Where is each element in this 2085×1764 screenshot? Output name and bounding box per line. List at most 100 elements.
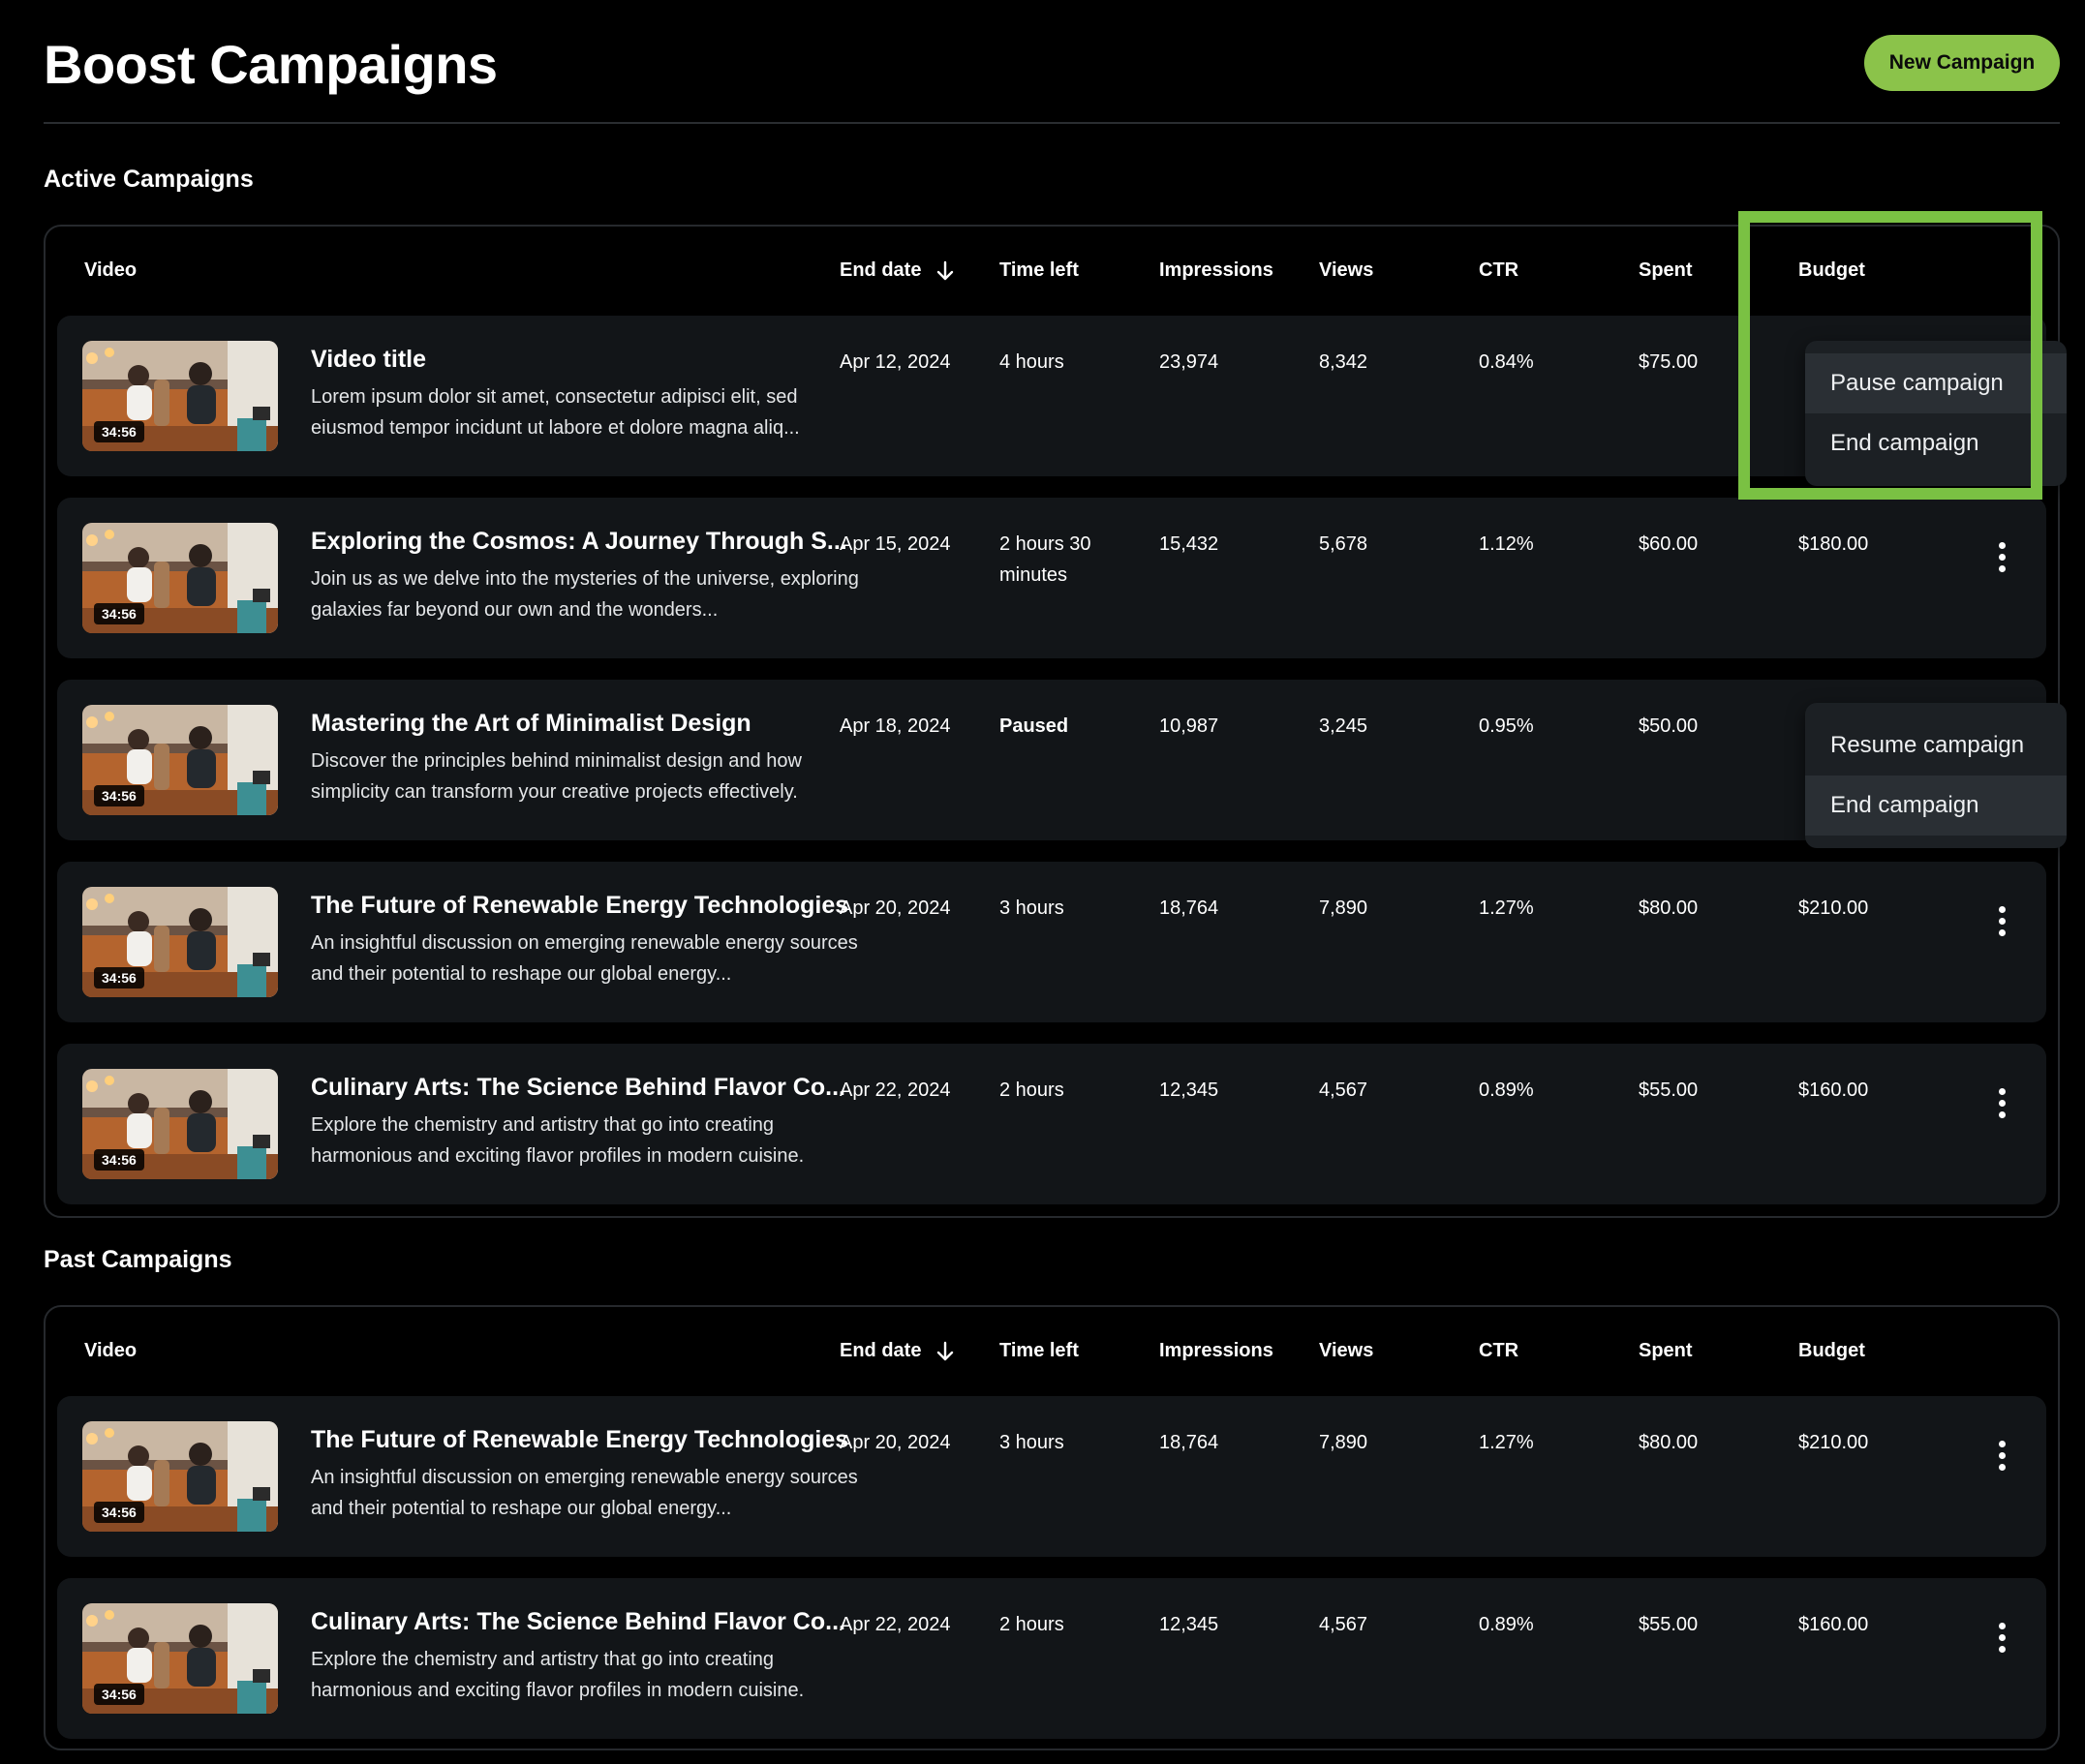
col-end-date-label: End date — [840, 259, 922, 281]
spent: $50.00 — [1639, 715, 1699, 737]
time-left: 4 hours — [999, 351, 1064, 373]
impressions: 18,764 — [1159, 897, 1219, 919]
budget: $180.00 — [1798, 533, 1869, 555]
col-video: Video — [84, 1340, 138, 1361]
video-thumbnail[interactable]: 34:56 — [82, 705, 278, 815]
video-description: Explore the chemistry and artistry that … — [311, 1649, 805, 1701]
video-title: Culinary Arts: The Science Behind Flavor… — [311, 1608, 845, 1635]
col-views: Views — [1319, 259, 1374, 281]
end-date: Apr 20, 2024 — [840, 897, 951, 919]
ctr: 1.27% — [1479, 1432, 1534, 1453]
col-time-left: Time left — [999, 1340, 1079, 1361]
spent: $55.00 — [1639, 1080, 1699, 1101]
impressions: 12,345 — [1159, 1080, 1219, 1101]
end-date: Apr 20, 2024 — [840, 1432, 951, 1453]
more-vertical-icon[interactable] — [1996, 1441, 2008, 1474]
video-description: An insightful discussion on emerging ren… — [311, 1467, 858, 1519]
arrow-down-icon — [937, 260, 954, 280]
col-end-date[interactable]: End date — [840, 1340, 954, 1362]
spent: $80.00 — [1639, 897, 1699, 919]
video-thumbnail[interactable]: 34:56 — [82, 523, 278, 633]
budget: $160.00 — [1798, 1080, 1869, 1101]
budget: $210.00 — [1798, 897, 1869, 919]
time-left: 3 hours — [999, 897, 1064, 919]
views: 7,890 — [1319, 1432, 1368, 1453]
col-end-date-label: End date — [840, 1340, 922, 1361]
budget-menu-highlight — [1738, 211, 2042, 500]
more-vertical-icon[interactable] — [1996, 906, 2008, 939]
video-description: Discover the principles behind minimalis… — [311, 750, 802, 803]
col-views: Views — [1319, 1340, 1374, 1361]
video-title: The Future of Renewable Energy Technolog… — [311, 1426, 849, 1453]
ctr: 1.12% — [1479, 533, 1534, 555]
end-date: Apr 12, 2024 — [840, 351, 951, 373]
more-vertical-icon[interactable] — [1996, 542, 2008, 575]
status-paused: Paused — [999, 715, 1069, 737]
impressions: 12,345 — [1159, 1614, 1219, 1635]
table-row[interactable]: 34:56 Mastering the Art of Minimalist De… — [57, 680, 2067, 848]
video-title: Video title — [311, 346, 427, 373]
spent: $75.00 — [1639, 351, 1699, 373]
views: 4,567 — [1319, 1614, 1368, 1635]
end-date: Apr 22, 2024 — [840, 1614, 951, 1635]
impressions: 15,432 — [1159, 533, 1219, 555]
more-vertical-icon[interactable] — [1996, 1088, 2008, 1121]
end-date: Apr 22, 2024 — [840, 1080, 951, 1101]
col-ctr: CTR — [1479, 259, 1519, 281]
video-thumbnail[interactable]: 34:56 — [82, 887, 278, 997]
col-end-date[interactable]: End date — [840, 259, 954, 282]
table-row[interactable]: 34:56 The Future of Renewable Energy Tec… — [57, 862, 2046, 1022]
budget: $160.00 — [1798, 1614, 1869, 1635]
ctr: 1.27% — [1479, 897, 1534, 919]
end-date: Apr 15, 2024 — [840, 533, 951, 555]
spent: $60.00 — [1639, 533, 1699, 555]
views: 8,342 — [1319, 351, 1368, 373]
video-title: Mastering the Art of Minimalist Design — [311, 710, 751, 737]
table-row[interactable]: 34:56 Culinary Arts: The Science Behind … — [57, 1578, 2046, 1739]
resume-campaign-item[interactable]: Resume campaign — [1805, 715, 2067, 776]
video-duration: 34:56 — [94, 1684, 144, 1705]
video-duration: 34:56 — [94, 785, 144, 806]
video-description: Lorem ipsum dolor sit amet, consectetur … — [311, 386, 800, 439]
impressions: 18,764 — [1159, 1432, 1219, 1453]
views: 4,567 — [1319, 1080, 1368, 1101]
page-header: Boost Campaigns New Campaign — [44, 29, 2060, 124]
ctr: 0.89% — [1479, 1080, 1534, 1101]
table-row[interactable]: 34:56 The Future of Renewable Energy Tec… — [57, 1396, 2046, 1557]
ctr: 0.89% — [1479, 1614, 1534, 1635]
time-left: 2 hours — [999, 1614, 1064, 1635]
row-actions-menu: Resume campaign End campaign — [1805, 703, 2067, 848]
video-duration: 34:56 — [94, 1149, 144, 1171]
spent: $55.00 — [1639, 1614, 1699, 1635]
video-thumbnail[interactable]: 34:56 — [82, 1069, 278, 1179]
ctr: 0.84% — [1479, 351, 1534, 373]
col-impressions: Impressions — [1159, 1340, 1273, 1361]
budget: $210.00 — [1798, 1432, 1869, 1453]
time-left: 2 hours 30 minutes — [999, 533, 1091, 586]
ctr: 0.95% — [1479, 715, 1534, 737]
col-time-left: Time left — [999, 259, 1079, 281]
impressions: 23,974 — [1159, 351, 1219, 373]
arrow-down-icon — [937, 1341, 954, 1360]
table-row[interactable]: 34:56 Culinary Arts: The Science Behind … — [57, 1044, 2046, 1204]
video-description: An insightful discussion on emerging ren… — [311, 932, 858, 985]
new-campaign-button[interactable]: New Campaign — [1864, 35, 2060, 91]
more-vertical-icon[interactable] — [1996, 1623, 2008, 1656]
end-campaign-item[interactable]: End campaign — [1805, 776, 2067, 836]
col-video: Video — [84, 259, 138, 281]
views: 7,890 — [1319, 897, 1368, 919]
video-duration: 34:56 — [94, 967, 144, 988]
table-row[interactable]: 34:56 Exploring the Cosmos: A Journey Th… — [57, 498, 2046, 658]
video-thumbnail[interactable]: 34:56 — [82, 341, 278, 451]
video-title: Exploring the Cosmos: A Journey Through … — [311, 528, 847, 555]
video-thumbnail[interactable]: 34:56 — [82, 1603, 278, 1714]
time-left: 2 hours — [999, 1080, 1064, 1101]
views: 3,245 — [1319, 715, 1368, 737]
video-description: Join us as we delve into the mysteries o… — [311, 568, 859, 621]
video-description: Explore the chemistry and artistry that … — [311, 1114, 805, 1167]
video-thumbnail[interactable]: 34:56 — [82, 1421, 278, 1532]
active-campaigns-title: Active Campaigns — [44, 166, 254, 193]
spent: $80.00 — [1639, 1432, 1699, 1453]
video-duration: 34:56 — [94, 1502, 144, 1523]
video-title: Culinary Arts: The Science Behind Flavor… — [311, 1074, 845, 1101]
